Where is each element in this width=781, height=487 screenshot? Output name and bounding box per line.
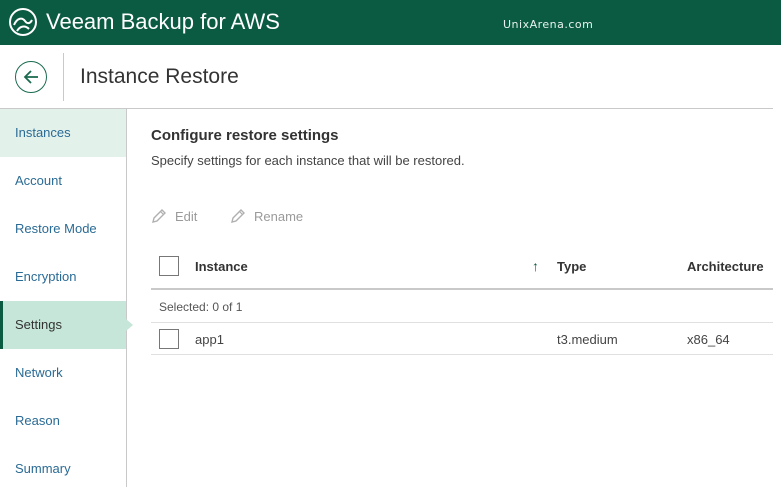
top-bar: Veeam Backup for AWS UnixArena.com [0,0,781,45]
app-title: Veeam Backup for AWS [46,9,280,34]
table-row[interactable]: app1 t3.medium x86_64 [151,323,773,355]
pencil-icon [152,209,166,223]
sort-ascending-icon[interactable]: ↑ [532,258,539,274]
pencil-icon [231,209,245,223]
page-title: Instance Restore [80,65,239,88]
sidebar-item-instances[interactable]: Instances [0,109,126,157]
selection-summary-row: Selected: 0 of 1 [151,291,773,323]
column-header-architecture[interactable]: Architecture [687,259,764,274]
section-description: Specify settings for each instance that … [151,153,465,168]
veeam-logo-icon [9,8,37,36]
sidebar-item-settings[interactable]: Settings [0,301,133,349]
cell-architecture: x86_64 [687,332,730,347]
sidebar-item-summary[interactable]: Summary [0,445,126,487]
sidebar-item-network[interactable]: Network [0,349,126,397]
sidebar-item-reason[interactable]: Reason [0,397,126,445]
wizard-header: Instance Restore [0,45,773,109]
rename-label: Rename [254,209,304,224]
edit-label: Edit [175,209,198,224]
column-header-instance[interactable]: Instance [195,259,248,274]
row-checkbox[interactable] [159,329,179,349]
header-divider [63,53,64,101]
cell-instance: app1 [195,332,224,347]
select-all-checkbox[interactable] [159,256,179,276]
arrow-left-icon [23,70,38,84]
table-header: Instance ↑ Type Architecture [151,245,773,290]
edit-button[interactable]: Edit [151,209,211,227]
cell-type: t3.medium [557,332,618,347]
wizard-steps-sidebar: Instances Account Restore Mode Encryptio… [0,109,133,487]
rename-button[interactable]: Rename [230,209,320,227]
sidebar-item-account[interactable]: Account [0,157,126,205]
section-title: Configure restore settings [151,127,339,144]
sidebar-item-restore-mode[interactable]: Restore Mode [0,205,126,253]
sidebar-item-encryption[interactable]: Encryption [0,253,126,301]
back-button[interactable] [15,61,47,93]
column-header-type[interactable]: Type [557,259,586,274]
selection-count: Selected: 0 of 1 [159,300,243,314]
watermark-text: UnixArena.com [503,18,594,31]
